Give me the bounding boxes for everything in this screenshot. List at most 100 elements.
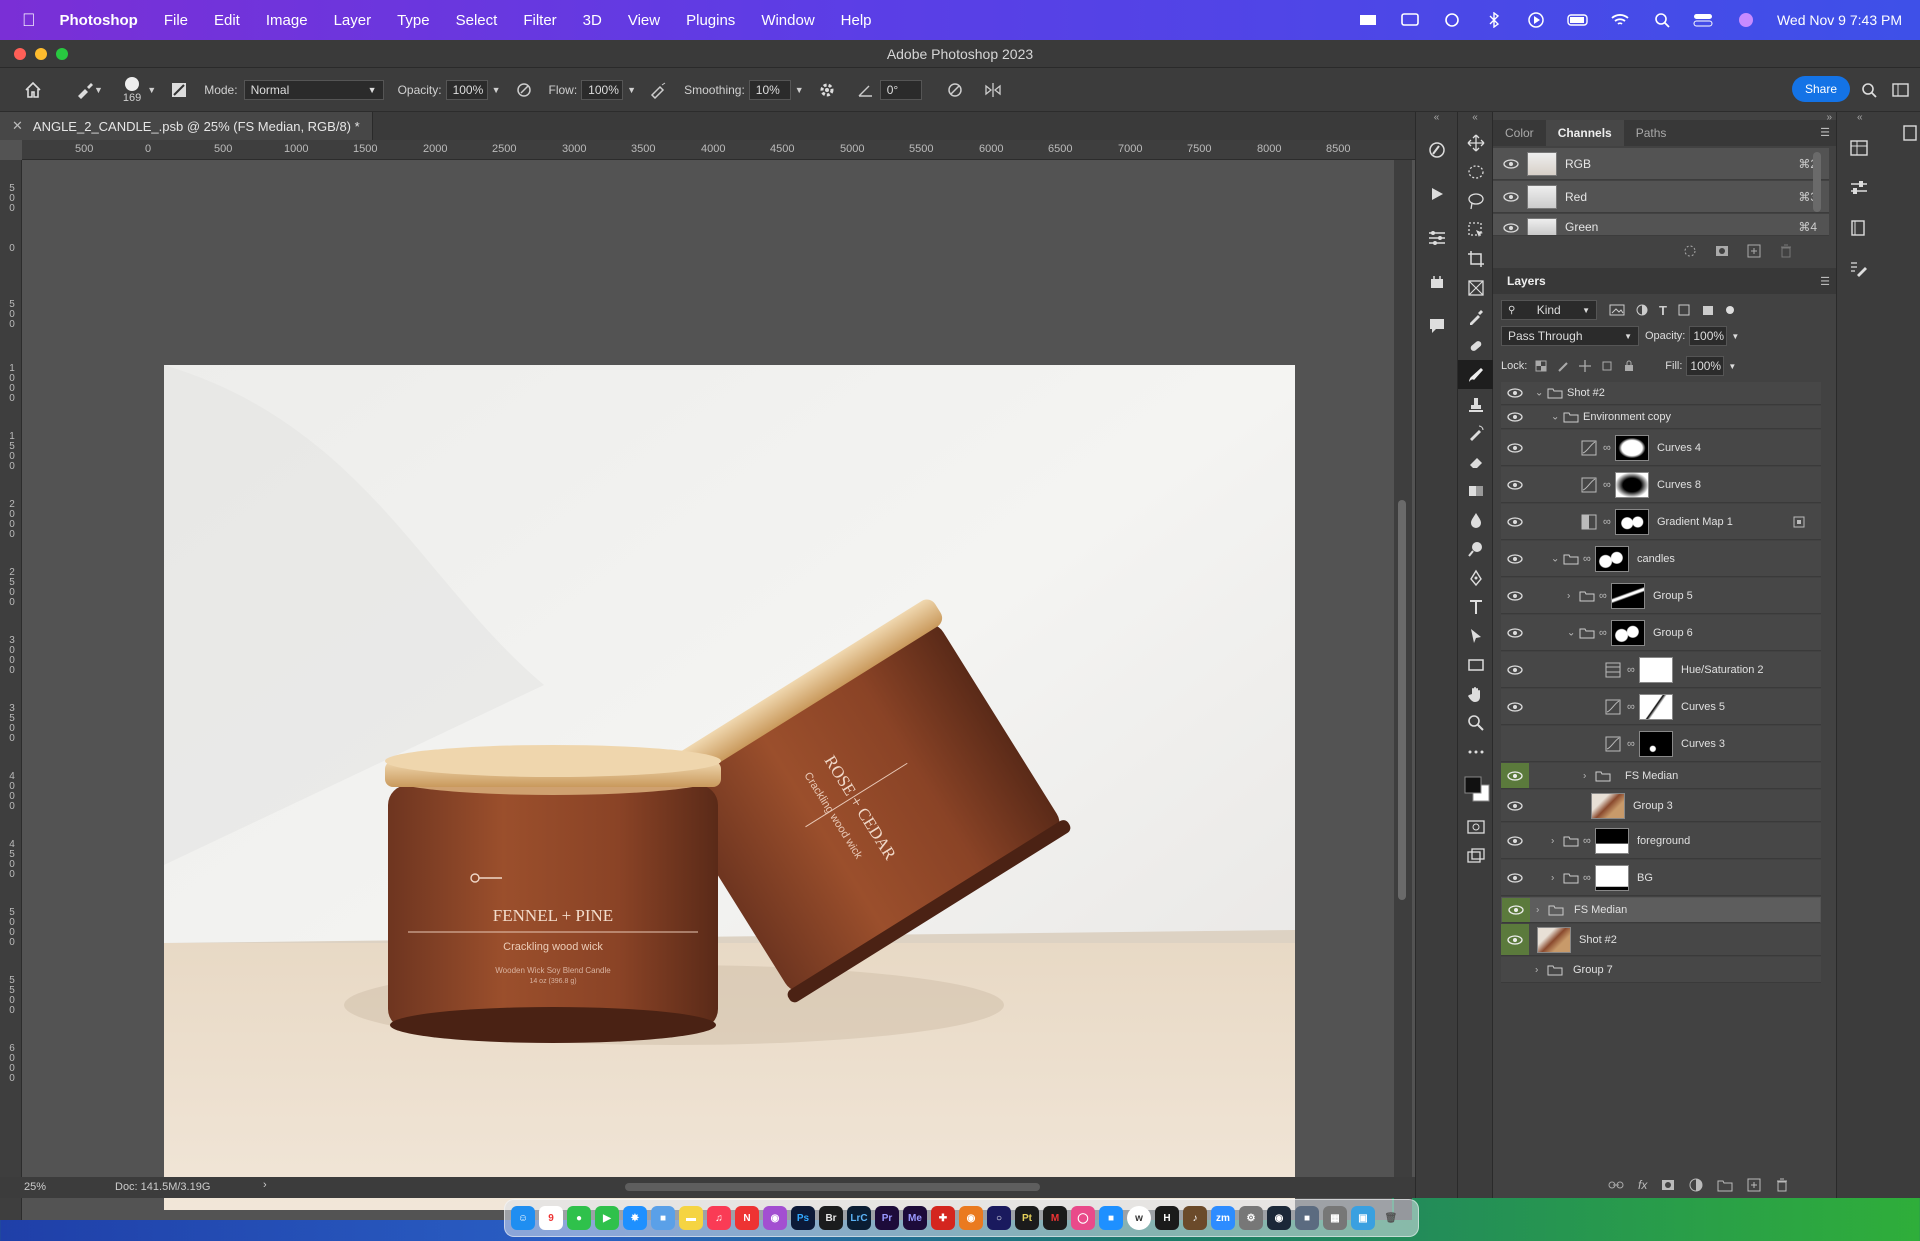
gradient-tool-icon[interactable] (1458, 476, 1494, 505)
shape-filter-icon[interactable] (1677, 303, 1691, 317)
chevron-down-icon[interactable]: ▼ (627, 85, 636, 95)
eye-icon[interactable] (1503, 222, 1519, 234)
remote-desktop-icon[interactable]: ▣ (1351, 1206, 1375, 1230)
layer-row[interactable]: ∞ Curves 3 (1501, 726, 1821, 762)
visibility-toggle[interactable] (1501, 504, 1529, 539)
visibility-toggle[interactable] (1501, 689, 1529, 724)
visibility-toggle[interactable] (1501, 382, 1529, 404)
chevron-right-icon[interactable]: › (1535, 964, 1538, 975)
document-tab[interactable]: ✕ ANGLE_2_CANDLE_.psb @ 25% (FS Median, … (0, 112, 373, 140)
layer-mask-thumbnail[interactable] (1615, 508, 1649, 535)
layer-mask-thumbnail[interactable] (1639, 656, 1673, 683)
layer-opacity-field[interactable]: 100% (1689, 326, 1728, 346)
hand-tool-icon[interactable] (1458, 679, 1494, 708)
home-icon[interactable] (18, 75, 48, 105)
lock-position-icon[interactable] (1579, 360, 1592, 372)
premiere-icon[interactable]: Pr (875, 1206, 899, 1230)
layer-mask-thumbnail[interactable] (1611, 582, 1645, 609)
visibility-toggle[interactable] (1501, 467, 1529, 502)
new-layer-icon[interactable] (1747, 1178, 1761, 1192)
link-icon[interactable]: ∞ (1583, 553, 1591, 565)
trash-icon[interactable]: 🗑 (1379, 1206, 1403, 1230)
delete-layer-icon[interactable] (1775, 1178, 1789, 1192)
visibility-toggle[interactable] (1501, 924, 1529, 955)
chevron-down-icon[interactable]: ⌄ (1567, 627, 1575, 638)
menu-view[interactable]: View (628, 12, 660, 29)
layer-mask-thumbnail[interactable] (1595, 864, 1629, 891)
blend-mode-select[interactable]: Pass Through ▼ (1501, 326, 1639, 346)
link-icon[interactable]: ∞ (1583, 872, 1591, 884)
brush-size-picker[interactable]: 169 (123, 76, 141, 104)
panel-menu-icon[interactable]: ☰ (1820, 275, 1830, 288)
visibility-toggle[interactable] (1501, 763, 1529, 788)
chevron-right-icon[interactable]: › (1551, 872, 1554, 883)
angle-field[interactable]: 0° (879, 79, 922, 100)
brush-settings-icon[interactable] (164, 75, 194, 105)
visibility-toggle[interactable] (1501, 652, 1529, 687)
menu-type[interactable]: Type (397, 12, 430, 29)
actions-play-icon[interactable] (1416, 172, 1458, 216)
visibility-toggle[interactable] (1501, 860, 1529, 895)
screencast-icon[interactable] (1357, 12, 1379, 28)
more-tools-icon[interactable] (1458, 737, 1494, 766)
layer-row[interactable]: ∞ Gradient Map 1 (1501, 504, 1821, 540)
apple-icon[interactable]:  (22, 10, 36, 31)
preview-icon[interactable]: ■ (651, 1206, 675, 1230)
type-tool-icon[interactable] (1458, 592, 1494, 621)
scroll-thumb[interactable] (1398, 500, 1406, 900)
creative-cloud-icon[interactable] (1441, 12, 1463, 28)
tab-channels[interactable]: Channels (1545, 120, 1624, 146)
w-app-icon[interactable]: w (1127, 1206, 1151, 1230)
channel-row-rgb[interactable]: RGB ⌘2 (1493, 148, 1829, 180)
adjustments-icon[interactable] (1416, 216, 1458, 260)
visibility-toggle[interactable] (1501, 541, 1529, 576)
steam-icon[interactable]: ◉ (1267, 1206, 1291, 1230)
lock-artboard-icon[interactable] (1601, 360, 1613, 372)
menubar-clock[interactable]: Wed Nov 9 7:43 PM (1777, 12, 1902, 28)
visibility-toggle[interactable] (1501, 406, 1529, 428)
layer-row[interactable]: ∞ Curves 5 (1501, 689, 1821, 725)
link-icon[interactable]: ∞ (1627, 664, 1635, 676)
fill-field[interactable]: 100% (1686, 356, 1725, 376)
rectangle-tool-icon[interactable] (1458, 650, 1494, 679)
crop-tool-icon[interactable] (1458, 244, 1494, 273)
music-icon[interactable]: ♫ (707, 1206, 731, 1230)
libraries-icon[interactable] (1416, 260, 1458, 304)
layer-mask-thumbnail[interactable] (1639, 730, 1673, 757)
layer-mask-thumbnail[interactable] (1595, 545, 1629, 572)
color-swatches[interactable] (1458, 766, 1494, 812)
lock-transparency-icon[interactable] (1535, 360, 1547, 372)
object-select-tool-icon[interactable] (1458, 215, 1494, 244)
link-icon[interactable]: ∞ (1603, 516, 1611, 528)
path-selection-tool-icon[interactable] (1458, 621, 1494, 650)
load-selection-icon[interactable] (1683, 244, 1697, 258)
spotlight-icon[interactable] (1651, 12, 1673, 28)
visibility-toggle[interactable] (1501, 615, 1529, 650)
podcasts-icon[interactable]: ◉ (763, 1206, 787, 1230)
opacity-field[interactable]: 100% (445, 79, 488, 100)
link-icon[interactable]: ∞ (1603, 442, 1611, 454)
photoshop-dock-icon[interactable]: Ps (791, 1206, 815, 1230)
link-icon[interactable]: ∞ (1599, 627, 1607, 639)
acrobat-icon[interactable]: ✚ (931, 1206, 955, 1230)
save-selection-icon[interactable] (1715, 244, 1729, 258)
quick-mask-icon[interactable] (1458, 812, 1494, 841)
pen-tool-icon[interactable] (1458, 563, 1494, 592)
chevron-right-icon[interactable]: › (1551, 835, 1554, 846)
chevron-down-icon[interactable]: ⌄ (1551, 553, 1559, 564)
menu-3d[interactable]: 3D (583, 12, 602, 29)
zoom-level[interactable]: 25% (24, 1181, 46, 1193)
move-tool-icon[interactable] (1458, 128, 1494, 157)
calendar-icon[interactable]: 9 (539, 1206, 563, 1230)
channels-scrollbar[interactable] (1813, 152, 1821, 212)
minimize-button[interactable] (35, 48, 47, 60)
history-brush-tool-icon[interactable] (1458, 418, 1494, 447)
visibility-toggle[interactable] (1501, 790, 1529, 821)
menu-image[interactable]: Image (266, 12, 308, 29)
layer-mask-thumbnail[interactable] (1595, 827, 1629, 854)
chevron-down-icon[interactable]: ⌄ (1535, 388, 1543, 399)
davinci-icon[interactable]: ○ (987, 1206, 1011, 1230)
share-button[interactable]: Share (1792, 76, 1850, 102)
blender-icon[interactable]: ◉ (959, 1206, 983, 1230)
app-menu[interactable]: Photoshop (60, 12, 138, 29)
